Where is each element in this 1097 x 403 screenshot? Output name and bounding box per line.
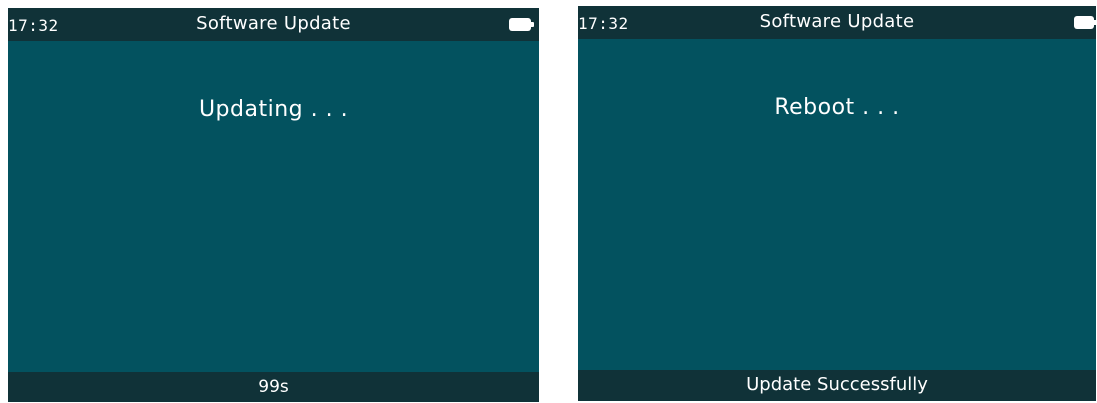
battery-full-icon [509,18,534,31]
battery-full-icon [1074,16,1096,29]
result-footer: Update Successfully [578,370,1096,401]
countdown-footer: 99s [8,372,539,402]
status-bar: 17:32 Software Update [8,8,539,41]
status-bar: 17:32 Software Update [578,6,1096,39]
device-screen-reboot: 17:32 Software Update Reboot . . . Updat… [578,6,1096,401]
update-status-message: Updating . . . [198,97,349,122]
screen-title: Software Update [759,11,915,32]
device-screen-updating: 17:32 Software Update Updating . . . 99s [8,8,539,402]
screen-title: Software Update [196,13,351,34]
reboot-status-message: Reboot . . . [774,95,900,120]
